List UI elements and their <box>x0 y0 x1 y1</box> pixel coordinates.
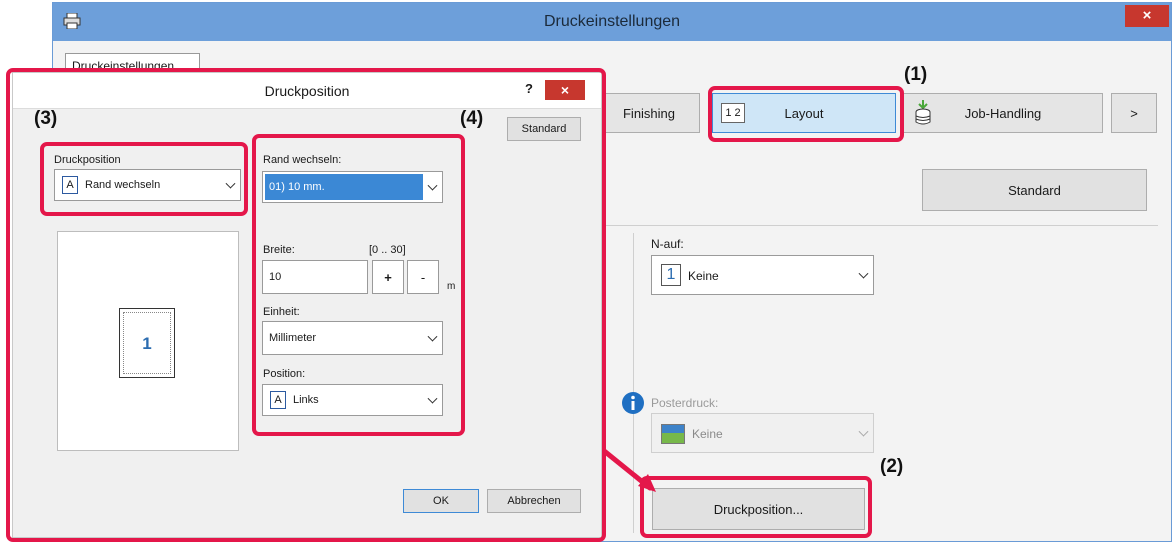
tab-more-button[interactable]: > <box>1111 93 1157 133</box>
main-standard-button[interactable]: Standard <box>922 169 1147 211</box>
highlight-settings-group <box>252 134 465 436</box>
poster-value: Keine <box>692 427 723 441</box>
n-up-select[interactable]: 1 Keine <box>651 255 874 295</box>
tab-finishing-label: Finishing <box>622 105 676 121</box>
tab-job-handling[interactable]: Job-Handling <box>903 93 1103 133</box>
window-title: Druckeinstellungen <box>543 13 681 30</box>
chevron-down-icon <box>858 268 869 279</box>
highlight-layout-tab <box>708 86 904 142</box>
chevron-right-icon: > <box>1130 105 1138 121</box>
annotation-2: (2) <box>880 456 904 477</box>
annotation-3: (3) <box>34 108 58 129</box>
annotation-4: (4) <box>460 108 484 129</box>
highlight-print-position-button <box>640 476 872 538</box>
poster-select[interactable]: Keine <box>651 413 874 453</box>
annotation-1: (1) <box>904 64 928 85</box>
divider <box>598 225 1158 226</box>
n-up-label: N-auf: <box>651 237 684 251</box>
window-close-button[interactable]: × <box>1125 5 1169 27</box>
n-up-value: Keine <box>688 269 719 283</box>
chevron-down-icon <box>858 426 869 437</box>
tab-finishing[interactable]: Finishing <box>598 93 700 133</box>
job-handling-icon <box>915 100 931 125</box>
highlight-print-position-group <box>40 142 248 216</box>
tab-job-handling-label: Job-Handling <box>964 105 1042 121</box>
page-count-icon: 1 <box>661 264 681 286</box>
window-title-bar: Druckeinstellungen × <box>53 3 1171 41</box>
